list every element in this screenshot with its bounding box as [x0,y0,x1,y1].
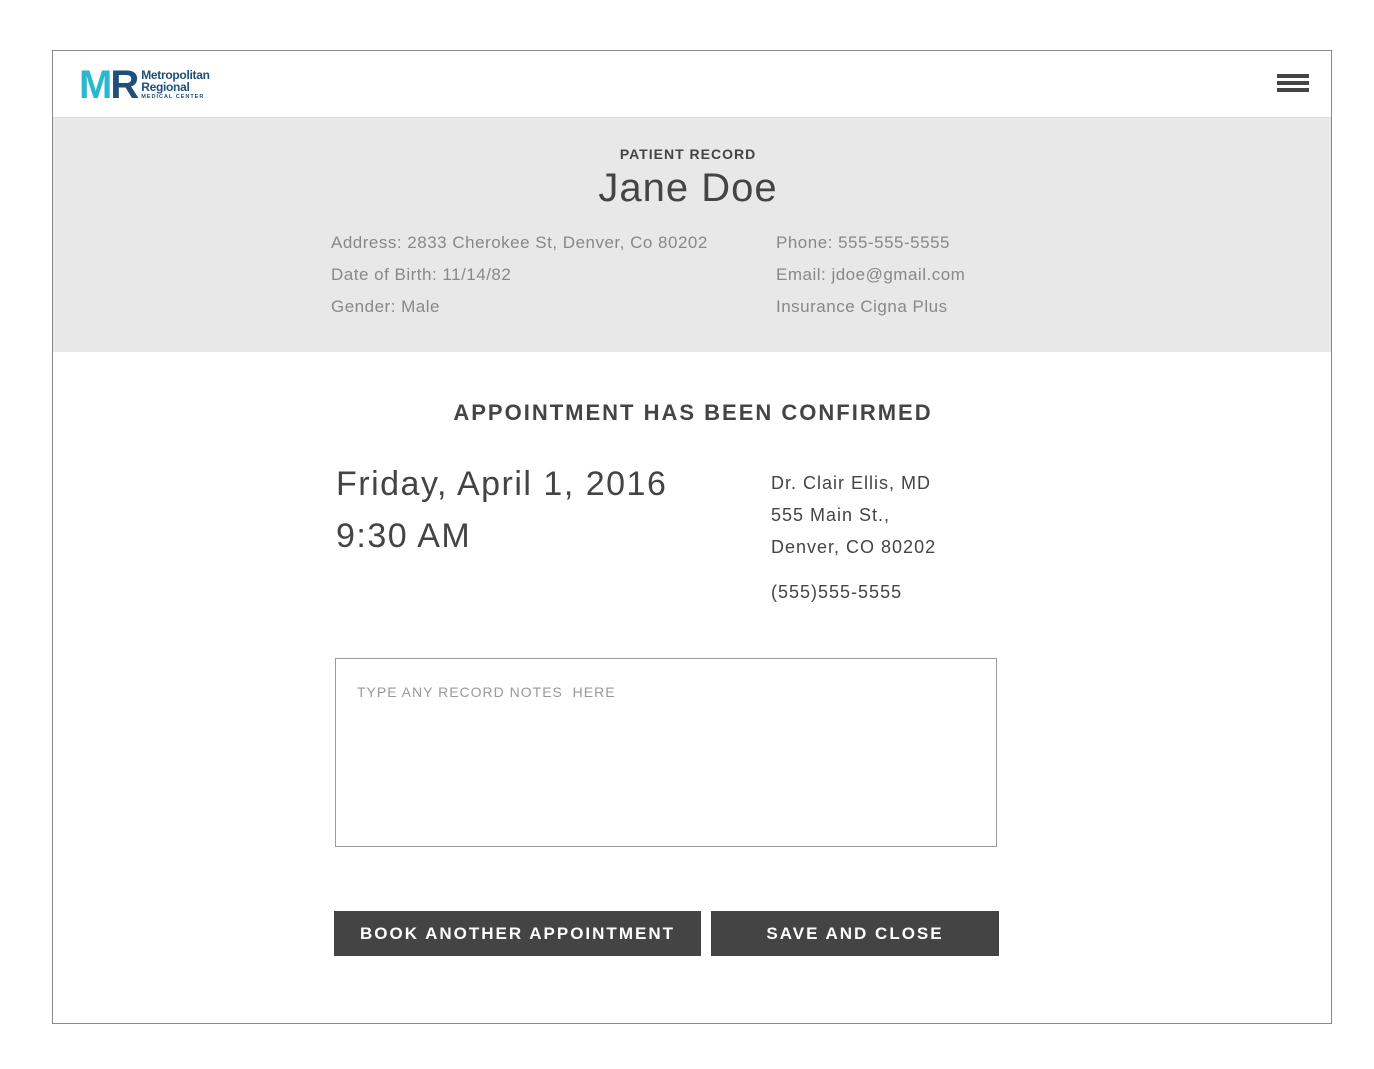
menu-bar [1277,81,1309,85]
doctor-name: Dr. Clair Ellis, MD [771,473,932,493]
patient-gender: Gender: Male [331,297,440,316]
logo-mark-r: R [110,63,139,107]
logo[interactable]: M R Metropolitan Regional MEDICAL CENTER [79,63,210,107]
patient-phone: Phone: 555-555-5555 [776,233,950,252]
logo-text: Metropolitan Regional MEDICAL CENTER [141,69,210,101]
doctor-details: Dr. Clair Ellis, MD 555 Main St., Denver… [771,472,936,613]
logo-mark-m: M [79,63,112,107]
patient-dob: Date of Birth: 11/14/82 [331,265,512,284]
appointment-time: 9:30 AM [336,517,472,555]
doctor-city: Denver, CO 80202 [771,537,937,557]
confirmation-title: APPOINTMENT HAS BEEN CONFIRMED [453,400,933,425]
patient-record-label: PATIENT RECORD [619,146,757,162]
app-window: M R Metropolitan Regional MEDICAL CENTER… [52,50,1332,1024]
doctor-street: 555 Main St., [771,505,891,525]
record-notes-input[interactable] [335,658,997,847]
logo-text-line2: Regional [141,80,190,95]
patient-name: Jane Doe [598,166,778,210]
menu-bar [1277,88,1309,92]
save-and-close-button[interactable]: SAVE AND CLOSE [711,911,999,956]
patient-address: Address: 2833 Cherokee St, Denver, Co 80… [331,233,708,252]
hamburger-menu-icon[interactable] [1277,74,1309,96]
patient-email: Email: jdoe@gmail.com [776,265,966,284]
logo-text-line3: MEDICAL CENTER [141,94,205,101]
appointment-date: Friday, April 1, 2016 [336,465,668,503]
patient-info-right: Phone: 555-555-5555 Email: jdoe@gmail.co… [776,232,965,328]
patient-record-panel: PATIENT RECORD Jane Doe Address: 2833 Ch… [53,118,1331,352]
menu-bar [1277,74,1309,78]
logo-mark: M R [79,63,139,107]
patient-insurance: Insurance Cigna Plus [776,297,948,316]
patient-info-left: Address: 2833 Cherokee St, Denver, Co 80… [331,232,708,328]
book-another-appointment-button[interactable]: BOOK ANOTHER APPOINTMENT [334,911,701,956]
doctor-phone: (555)555-5555 [771,582,903,602]
top-bar: M R Metropolitan Regional MEDICAL CENTER [53,51,1331,118]
